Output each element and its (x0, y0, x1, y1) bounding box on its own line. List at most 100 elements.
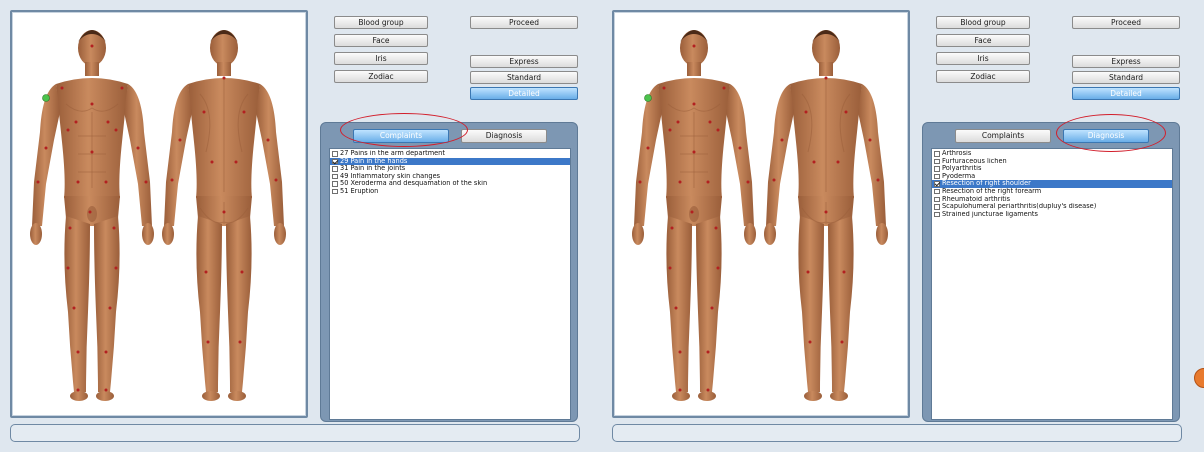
list-item[interactable]: Pyoderma (932, 173, 1172, 181)
acupoint-marker[interactable] (234, 160, 238, 164)
list-item[interactable]: Resection of the right forearm (932, 188, 1172, 196)
item-checkbox[interactable] (332, 173, 338, 180)
acupoint-marker[interactable] (840, 340, 844, 344)
list-item[interactable]: 31 Pain in the joints (330, 165, 570, 173)
body-map-view[interactable] (612, 10, 910, 418)
acupoint-marker[interactable] (690, 210, 694, 214)
iris-button[interactable]: Iris (936, 52, 1030, 65)
zodiac-button[interactable]: Zodiac (334, 70, 428, 83)
acupoint-marker[interactable] (210, 160, 214, 164)
acupoint-marker[interactable] (66, 128, 70, 132)
item-checkbox[interactable] (934, 173, 940, 180)
acupoint-marker[interactable] (66, 266, 70, 270)
acupoint-marker[interactable] (842, 270, 846, 274)
acupoint-marker[interactable] (716, 266, 720, 270)
acupoint-marker[interactable] (206, 340, 210, 344)
acupoint-marker[interactable] (668, 128, 672, 132)
zodiac-button[interactable]: Zodiac (936, 70, 1030, 83)
acupoint-marker[interactable] (804, 110, 808, 114)
acupoint-marker[interactable] (238, 340, 242, 344)
mode-express-button[interactable]: Express (1072, 55, 1180, 68)
acupoint-marker[interactable] (178, 138, 182, 142)
acupoint-marker[interactable] (76, 350, 80, 354)
acupoint-marker[interactable] (662, 86, 666, 90)
item-checkbox[interactable] (934, 158, 940, 165)
acupoint-marker[interactable] (638, 180, 642, 184)
acupoint-marker[interactable] (806, 270, 810, 274)
acupoint-marker[interactable] (266, 138, 270, 142)
acupoint-marker[interactable] (242, 110, 246, 114)
acupoint-marker[interactable] (60, 86, 64, 90)
blood-group-button[interactable]: Blood group (334, 16, 428, 29)
acupoint-marker[interactable] (670, 226, 674, 230)
mode-detailed-button[interactable]: Detailed (470, 87, 578, 100)
list-item[interactable]: Arthrosis (932, 150, 1172, 158)
acupoint-marker[interactable] (136, 146, 140, 150)
face-button[interactable]: Face (936, 34, 1030, 47)
item-checkbox[interactable] (332, 181, 338, 187)
list-item[interactable]: 49 Inflammatory skin changes (330, 173, 570, 181)
mode-detailed-button[interactable]: Detailed (1072, 87, 1180, 100)
acupoint-marker[interactable] (104, 388, 108, 392)
item-checkbox[interactable] (934, 204, 940, 210)
acupoint-marker[interactable] (88, 210, 92, 214)
item-checkbox[interactable] (332, 151, 338, 157)
active-point-marker[interactable] (42, 94, 50, 102)
acupoint-marker[interactable] (876, 178, 880, 182)
acupoint-marker[interactable] (844, 110, 848, 114)
list-item[interactable]: Rheumatoid arthritis (932, 196, 1172, 204)
proceed-button[interactable]: Proceed (1072, 16, 1180, 29)
acupoint-marker[interactable] (824, 210, 828, 214)
list-item[interactable]: Resection of right shoulder (932, 180, 1172, 188)
acupoint-marker[interactable] (668, 266, 672, 270)
tab-complaints[interactable]: Complaints (353, 129, 449, 143)
diagnosis-list[interactable]: Arthrosis Furfuraceous lichen Polyarthriti… (931, 148, 1173, 420)
acupoint-marker[interactable] (222, 210, 226, 214)
acupoint-marker[interactable] (74, 120, 78, 124)
mode-express-button[interactable]: Express (470, 55, 578, 68)
acupoint-marker[interactable] (112, 226, 116, 230)
acupoint-marker[interactable] (780, 138, 784, 142)
list-item[interactable]: 29 Pain in the hands (330, 157, 570, 166)
mode-standard-button[interactable]: Standard (470, 71, 578, 84)
acupoint-marker[interactable] (90, 102, 94, 106)
acupoint-marker[interactable] (710, 306, 714, 310)
proceed-button[interactable]: Proceed (470, 16, 578, 29)
acupoint-marker[interactable] (68, 226, 72, 230)
acupoint-marker[interactable] (240, 270, 244, 274)
acupoint-marker[interactable] (738, 146, 742, 150)
acupoint-marker[interactable] (706, 180, 710, 184)
acupoint-marker[interactable] (144, 180, 148, 184)
acupoint-marker[interactable] (708, 120, 712, 124)
acupoint-marker[interactable] (108, 306, 112, 310)
item-checkbox[interactable] (934, 151, 940, 157)
item-checkbox[interactable] (934, 166, 940, 172)
acupoint-marker[interactable] (722, 86, 726, 90)
complaints-list[interactable]: 27 Pains in the arm department 29 Pain in… (329, 148, 571, 420)
list-item[interactable]: 50 Xeroderma and desquamation of the ski… (330, 180, 570, 188)
acupoint-marker[interactable] (104, 180, 108, 184)
list-item[interactable]: Polyarthritis (932, 165, 1172, 173)
item-checkbox[interactable] (934, 188, 940, 195)
acupoint-marker[interactable] (646, 146, 650, 150)
acupoint-marker[interactable] (678, 388, 682, 392)
acupoint-marker[interactable] (44, 146, 48, 150)
acupoint-marker[interactable] (204, 270, 208, 274)
acupoint-marker[interactable] (72, 306, 76, 310)
acupoint-marker[interactable] (836, 160, 840, 164)
mode-standard-button[interactable]: Standard (1072, 71, 1180, 84)
acupoint-marker[interactable] (274, 178, 278, 182)
acupoint-marker[interactable] (692, 150, 696, 154)
blood-group-button[interactable]: Blood group (936, 16, 1030, 29)
list-item[interactable]: Furfuraceous lichen (932, 158, 1172, 166)
acupoint-marker[interactable] (808, 340, 812, 344)
acupoint-marker[interactable] (706, 388, 710, 392)
list-item[interactable]: 27 Pains in the arm department (330, 150, 570, 158)
item-checkbox[interactable] (934, 181, 940, 187)
item-checkbox[interactable] (934, 196, 940, 203)
tab-diagnosis[interactable]: Diagnosis (1063, 129, 1149, 143)
item-checkbox[interactable] (332, 188, 338, 195)
acupoint-marker[interactable] (106, 120, 110, 124)
acupoint-marker[interactable] (120, 86, 124, 90)
acupoint-marker[interactable] (114, 266, 118, 270)
